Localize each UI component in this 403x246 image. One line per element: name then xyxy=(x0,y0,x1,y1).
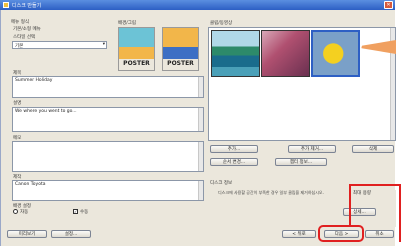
title-bar[interactable]: 디스크 만들기 ✕ xyxy=(0,0,395,10)
scrollbar[interactable] xyxy=(198,142,203,171)
clip-thumbnail[interactable] xyxy=(211,30,260,77)
reorder-button[interactable]: 순서 변경... xyxy=(210,158,258,166)
dialog-body: 메뉴 형식 기본/소형 메뉴 스타일 선택 기본 ▾ 제목 Summer Hol… xyxy=(0,10,401,246)
disc-info-box: 디스크에 사용할 공간이 부족한 경우 일부 클립을 제거하십시오. 최대 용량… xyxy=(208,190,396,227)
chapter-info-button[interactable]: 챕터 정보... xyxy=(275,158,327,166)
poster-1-swatch xyxy=(119,28,154,59)
disc-info-text: 디스크에 사용할 공간이 부족한 경우 일부 클립을 제거하십시오. xyxy=(218,190,324,195)
option-manual-checkbox[interactable]: ✓ xyxy=(73,209,78,214)
background-label: 배경/그림 xyxy=(118,21,137,26)
callout-line-right xyxy=(399,184,401,242)
credit-field[interactable]: Canon Toyota xyxy=(12,180,204,201)
callout-line-horizontal xyxy=(349,184,401,186)
settings-button[interactable]: 설정... xyxy=(51,230,91,238)
scrollbar[interactable] xyxy=(198,77,203,97)
description-label: 설명 xyxy=(13,101,22,106)
poster-1-caption: POSTER xyxy=(123,60,150,67)
poster-option-2[interactable]: POSTER xyxy=(162,27,199,71)
clips-label: 클립/동영상 xyxy=(210,21,233,26)
remove-clip-button[interactable]: 추가 제거... xyxy=(288,145,336,153)
option-auto-radio[interactable] xyxy=(13,209,18,214)
menu-label: 메뉴 형식 xyxy=(11,20,29,25)
next-button-highlight xyxy=(318,225,364,242)
close-icon[interactable]: ✕ xyxy=(384,1,393,9)
disc-info-label: 디스크 정보 xyxy=(210,181,233,186)
option-manual-label: 수동 xyxy=(80,210,89,215)
scrollbar[interactable] xyxy=(198,108,203,131)
details-button[interactable]: 상세... xyxy=(343,208,376,216)
description-field-value: We where you went to go... xyxy=(15,109,77,114)
memo-field[interactable] xyxy=(12,141,204,172)
menu-value: 기본/소형 메뉴 xyxy=(13,27,41,32)
clip-thumbnail[interactable] xyxy=(261,30,310,77)
style-label: 스타일 선택 xyxy=(13,35,36,40)
window-title: 디스크 만들기 xyxy=(12,3,42,9)
app-icon xyxy=(3,2,9,8)
cancel-button[interactable]: 취소 xyxy=(365,230,394,238)
add-clip-button[interactable]: 추가... xyxy=(210,145,258,153)
description-field[interactable]: We where you went to go... xyxy=(12,107,204,132)
style-select-value: 기본 xyxy=(15,44,24,49)
clip-thumbnail-list[interactable] xyxy=(208,27,396,141)
poster-2-swatch xyxy=(163,28,198,59)
delete-clip-button[interactable]: 삭제 xyxy=(352,145,394,153)
title-field-value: Summer Holiday xyxy=(15,78,53,83)
poster-2-caption: POSTER xyxy=(167,60,194,67)
option-auto-label: 자동 xyxy=(20,210,29,215)
credit-field-value: Canon Toyota xyxy=(15,182,46,187)
title-field[interactable]: Summer Holiday xyxy=(12,76,204,98)
style-select[interactable]: 기본 ▾ xyxy=(12,41,107,49)
preview-button[interactable]: 미리보기 xyxy=(7,230,47,238)
clip-thumbnail-selected[interactable] xyxy=(311,30,360,77)
back-button[interactable]: < 뒤로 xyxy=(282,230,316,238)
callout-line-vertical xyxy=(349,184,351,226)
capacity-label: 최대 용량 xyxy=(353,191,371,196)
scrollbar[interactable] xyxy=(198,181,203,200)
disc-dialog-window: 디스크 만들기 ✕ 메뉴 형식 기본/소형 메뉴 스타일 선택 기본 ▾ 제목 … xyxy=(0,0,403,246)
poster-option-1[interactable]: POSTER xyxy=(118,27,155,71)
chevron-down-icon[interactable]: ▾ xyxy=(103,42,105,47)
